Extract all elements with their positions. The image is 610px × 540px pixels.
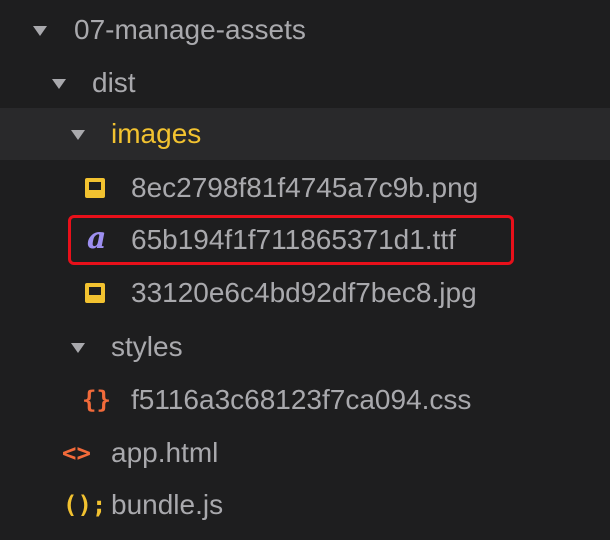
tree-item-styles-folder[interactable]: styles — [0, 321, 610, 373]
tree-item-root-folder[interactable]: 07-manage-assets — [0, 4, 610, 56]
chevron-down-icon[interactable] — [71, 130, 85, 140]
tree-item-file[interactable]: 8ec2798f81f4745a7c9b.png — [0, 162, 610, 214]
tree-item-file[interactable]: <> app.html — [0, 427, 610, 479]
html-tag-icon: <> — [62, 439, 91, 467]
tree-item-file[interactable]: (); bundle.js — [0, 479, 610, 531]
tree-item-label: 07-manage-assets — [74, 14, 306, 45]
tree-item-file[interactable]: 33120e6c4bd92df7bec8.jpg — [0, 267, 610, 319]
file-explorer-tree: 07-manage-assets dist images 8ec2798f81f… — [0, 0, 610, 540]
tree-item-label: app.html — [111, 437, 219, 468]
tree-item-label: images — [111, 118, 202, 149]
image-file-icon — [85, 178, 105, 198]
tree-item-label: dist — [92, 67, 136, 98]
tree-item-label: bundle.js — [111, 489, 224, 520]
chevron-down-icon[interactable] — [33, 26, 47, 36]
annotation-highlight-box — [68, 215, 514, 265]
image-file-icon — [85, 283, 105, 303]
tree-item-label: styles — [111, 331, 183, 362]
tree-item-label: 33120e6c4bd92df7bec8.jpg — [131, 277, 477, 308]
js-icon: (); — [63, 491, 107, 519]
css-braces-icon: {} — [82, 386, 111, 414]
tree-item-file[interactable]: {} f5116a3c68123f7ca094.css — [0, 374, 610, 426]
tree-item-dist-folder[interactable]: dist — [0, 57, 610, 109]
chevron-down-icon[interactable] — [52, 79, 66, 89]
tree-item-label: 8ec2798f81f4745a7c9b.png — [131, 172, 479, 203]
tree-item-label: f5116a3c68123f7ca094.css — [131, 384, 472, 415]
chevron-down-icon[interactable] — [71, 343, 85, 353]
tree-item-images-folder[interactable]: images — [0, 108, 610, 160]
